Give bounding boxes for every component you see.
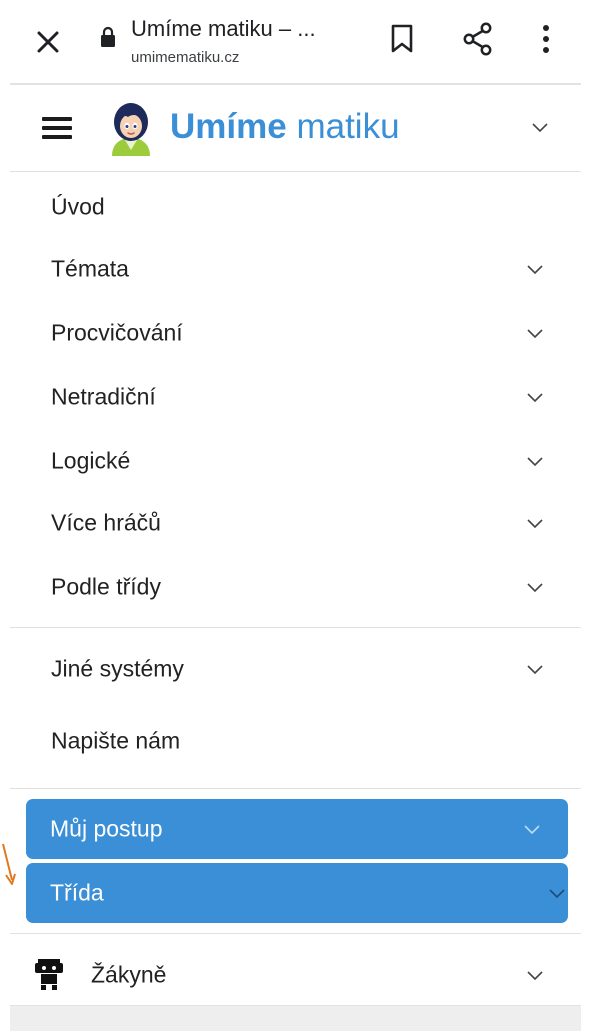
chevron-down-icon [548, 887, 566, 899]
page-bottom-strip [10, 1005, 581, 1031]
nav-item-label: Procvičování [51, 319, 183, 346]
nav-item-label: Logické [51, 447, 131, 474]
more-vert-icon[interactable] [538, 24, 554, 54]
chevron-down-icon [526, 969, 544, 981]
header-divider [10, 171, 581, 172]
nav-item-label: Podle třídy [51, 573, 161, 600]
site-header: Umíme matiku [10, 85, 581, 171]
chevron-down-icon [526, 581, 544, 593]
nav-item-temata[interactable]: Témata [10, 240, 581, 298]
account-divider [10, 788, 581, 789]
hamburger-menu-icon[interactable] [42, 117, 72, 139]
nav-item-procvicovani[interactable]: Procvičování [10, 304, 581, 362]
chevron-down-icon [526, 455, 544, 467]
chevron-down-icon [526, 263, 544, 275]
nav-item-label: Témata [51, 255, 129, 282]
arrow-annotation-icon [0, 842, 26, 894]
site-logo[interactable]: Umíme matiku [170, 107, 400, 147]
page-title: Umíme matiku – ... [131, 16, 316, 41]
class-label: Třída [50, 879, 104, 906]
user-menu-item[interactable]: Žákyně [10, 945, 581, 1005]
chevron-down-icon [526, 391, 544, 403]
chevron-down-icon [523, 823, 541, 835]
chevron-down-icon [526, 517, 544, 529]
nav-item-label: Netradiční [51, 383, 156, 410]
nav-item-podle-tridy[interactable]: Podle třídy [10, 558, 581, 616]
page-url[interactable]: umimematiku.cz [131, 49, 239, 66]
nav-item-label: Úvod [51, 193, 105, 220]
nav-item-label: Více hráčů [51, 509, 161, 536]
logo-avatar-icon[interactable] [106, 100, 156, 156]
nav-item-netradicni[interactable]: Netradiční [10, 368, 581, 426]
nav-item-label: Jiné systémy [51, 655, 184, 682]
nav-item-logicke[interactable]: Logické [10, 432, 581, 490]
nav-item-vice-hracu[interactable]: Více hráčů [10, 494, 581, 552]
browser-toolbar: Umíme matiku – ... umimematiku.cz [0, 0, 591, 84]
student-icon [34, 957, 64, 991]
chevron-down-icon [526, 663, 544, 675]
nav-item-napiste-nam[interactable]: Napište nám [10, 712, 581, 770]
user-role-label: Žákyně [91, 961, 167, 988]
close-icon[interactable] [34, 28, 62, 56]
my-progress-label: Můj postup [50, 815, 163, 842]
lock-icon [100, 26, 116, 48]
bookmark-icon[interactable] [390, 24, 414, 54]
user-divider [10, 933, 581, 934]
logo-bold-text: Umíme [170, 107, 287, 146]
my-progress-button[interactable]: Můj postup [26, 799, 568, 859]
chevron-down-icon [526, 327, 544, 339]
chevron-down-icon[interactable] [531, 121, 549, 133]
nav-item-jine-systemy[interactable]: Jiné systémy [10, 640, 581, 698]
nav-divider [10, 627, 581, 628]
logo-light-text: matiku [296, 107, 400, 146]
nav-item-label: Napište nám [51, 727, 181, 754]
class-button[interactable]: Třída [26, 863, 568, 923]
nav-item-uvod[interactable]: Úvod [10, 178, 581, 236]
share-icon[interactable] [462, 22, 494, 56]
